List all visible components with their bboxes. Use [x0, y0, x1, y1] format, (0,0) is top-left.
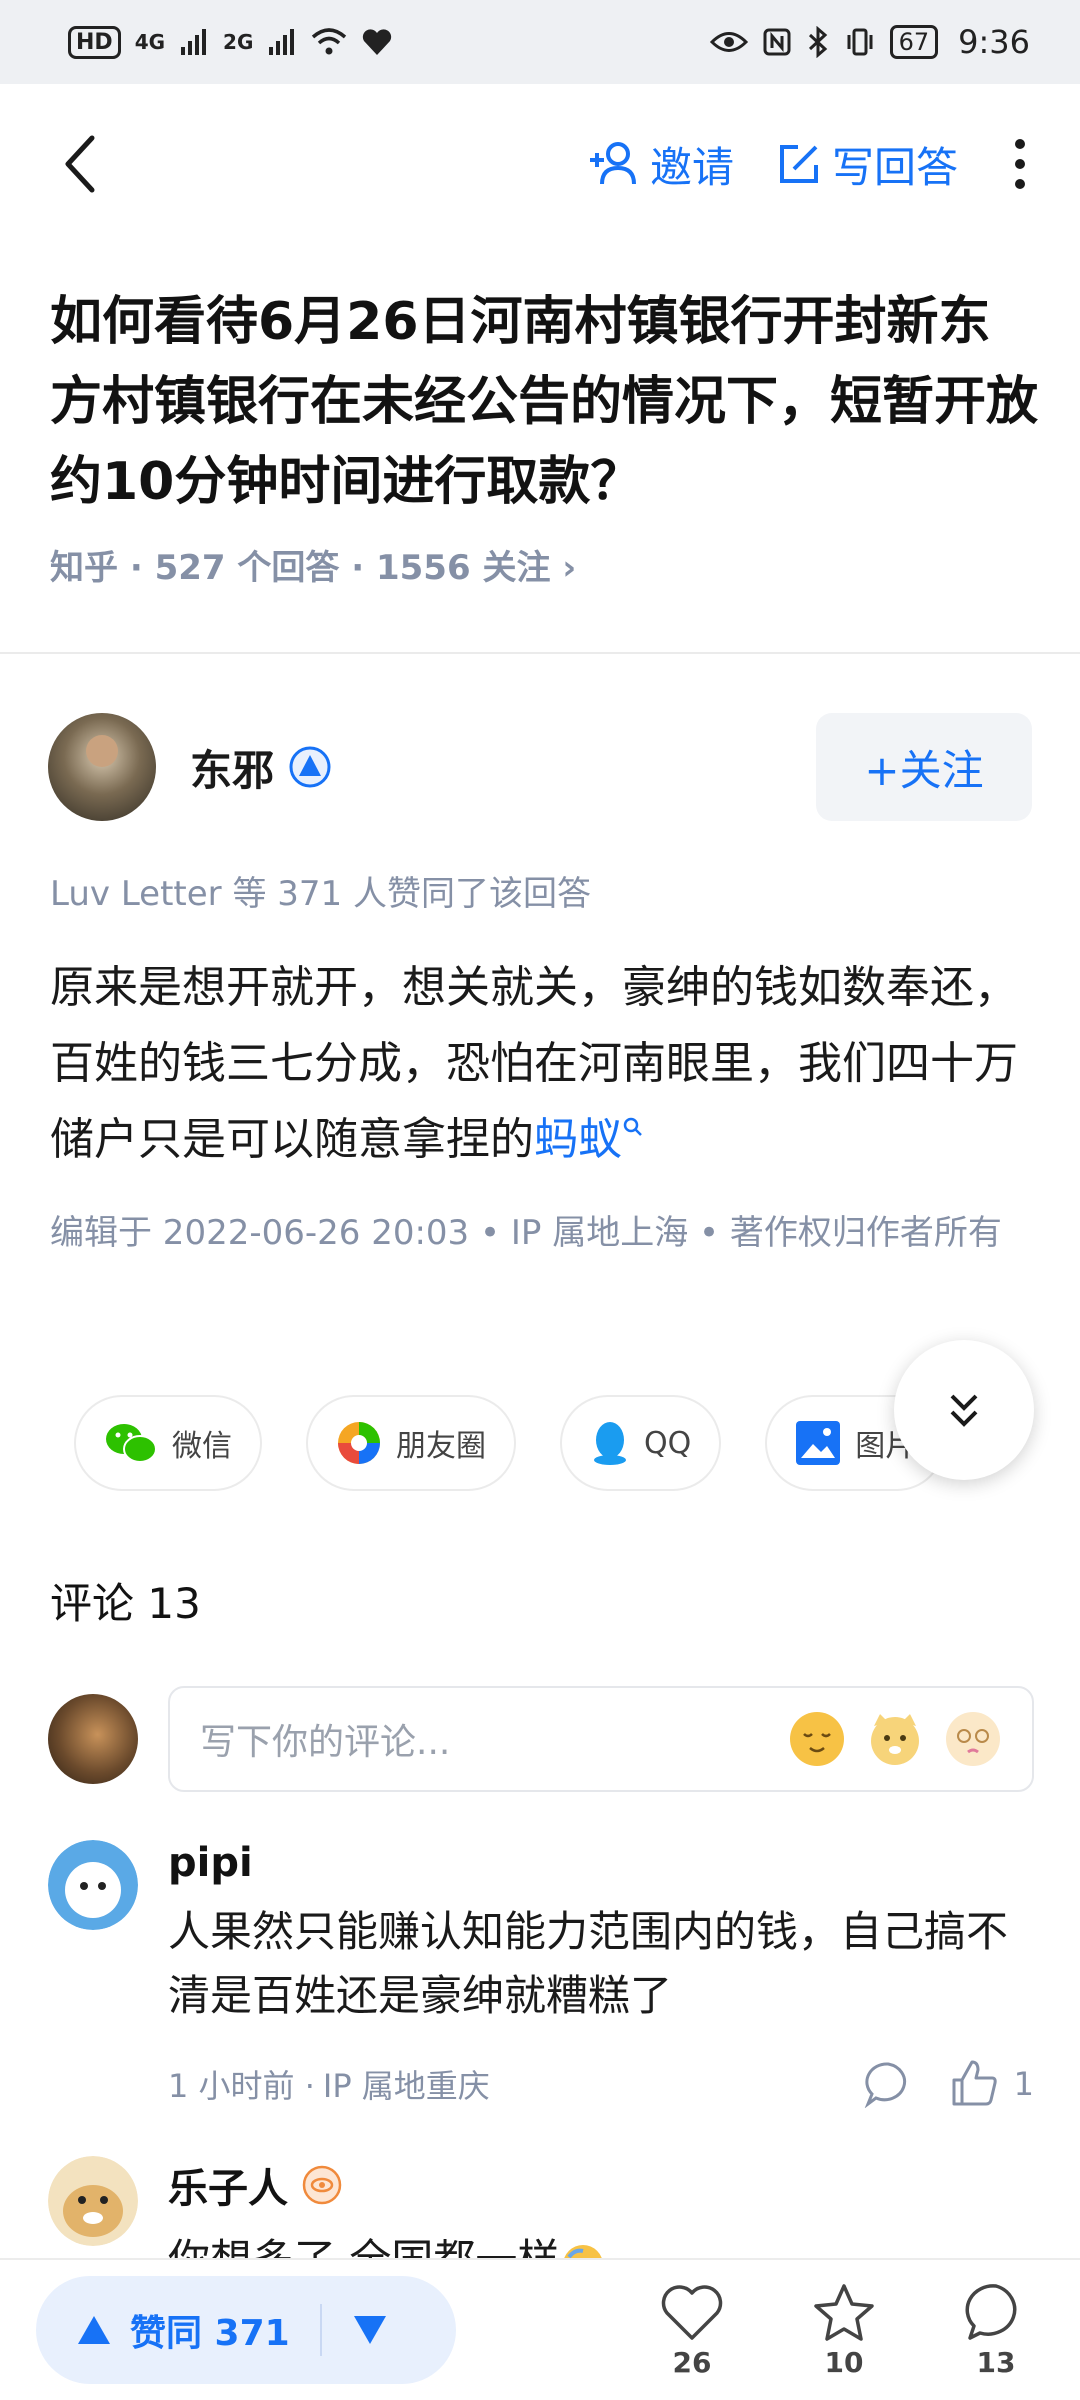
verified-badge-icon — [289, 746, 331, 788]
emoji-cat-icon[interactable] — [866, 1710, 924, 1768]
more-dot — [1015, 179, 1025, 189]
comment-placeholder: 写下你的评论... — [200, 1722, 451, 1763]
emoji-smile-icon[interactable] — [788, 1710, 846, 1768]
upvote-triangle-icon — [78, 2316, 110, 2344]
upvote-button[interactable]: 赞同 371 — [76, 2304, 290, 2356]
double-chevron-down-icon — [950, 1394, 978, 1427]
image-icon — [796, 1421, 841, 1465]
write-answer-button[interactable]: 写回答 — [776, 134, 958, 195]
top-bar: 邀请 写回答 — [0, 84, 1080, 244]
wechat-icon — [106, 1424, 157, 1463]
question-meta[interactable]: 知乎 · 527 个回答 · 1556 关注 › — [50, 540, 576, 589]
back-arrow-icon — [65, 135, 95, 193]
question-title[interactable]: 如何看待6月26日河南村镇银行开封新东方村镇银行在未经公告的情况下，短暂开放约1… — [50, 282, 1040, 522]
qq-icon — [594, 1422, 626, 1465]
search-icon — [623, 1118, 642, 1137]
vote-separator — [319, 2304, 322, 2356]
sweat-emoji-icon — [564, 2244, 603, 2258]
signal-icon — [269, 29, 295, 55]
more-options-button[interactable] — [1000, 124, 1040, 204]
collect-button[interactable]: 10 — [804, 2282, 884, 2379]
downvote-button[interactable] — [352, 2314, 388, 2346]
heart-icon — [661, 2284, 723, 2340]
divider — [0, 652, 1080, 654]
collect-count: 10 — [824, 2345, 864, 2379]
comment-text: 你想多了 全国都一样 — [168, 2228, 1034, 2258]
share-row: 微信 朋友圈 QQ 图片 — [74, 1395, 946, 1491]
share-wechat-label: 微信 — [172, 1429, 232, 1464]
more-dot — [1015, 139, 1025, 149]
comment-time: 1 小时前 · — [168, 2067, 315, 2105]
author-row: 东邪 +关注 — [48, 712, 1032, 822]
eye-icon — [709, 32, 748, 52]
heart-button[interactable]: 26 — [652, 2282, 732, 2379]
share-moments-label: 朋友圈 — [396, 1429, 486, 1464]
commenter-avatar[interactable] — [48, 1840, 138, 1930]
commenter-name[interactable]: pipi — [168, 1840, 253, 1886]
comment-location: IP 属地重庆 — [322, 2067, 490, 2105]
share-moments-button[interactable]: 朋友圈 — [306, 1395, 516, 1491]
comment-item: 乐子人 你想多了 全国都一样 — [48, 2156, 1034, 2258]
comment-input[interactable]: 写下你的评论... — [168, 1686, 1034, 1792]
bluetooth-icon — [808, 26, 827, 58]
answer-keyword-link[interactable]: 蚂蚁 — [534, 1114, 622, 1165]
battery-indicator: 67 — [889, 25, 939, 59]
star-icon — [814, 2283, 874, 2341]
invite-button[interactable]: 邀请 — [588, 134, 734, 195]
comment-meta: 1 小时前 · IP 属地重庆 1 — [168, 2054, 1034, 2114]
comments-title: 评论 13 — [50, 1579, 201, 1628]
comment-count: 13 — [976, 2345, 1016, 2379]
commenter-avatar[interactable] — [48, 2156, 138, 2246]
eye-badge-icon — [302, 2165, 342, 2205]
author-name[interactable]: 东邪 — [190, 737, 274, 798]
nfc-icon — [763, 28, 791, 56]
agree-summary: Luv Letter 等 371 人赞同了该回答 — [50, 874, 591, 914]
status-bar: HD 4G 2G 67 9:36 — [0, 0, 1080, 84]
comment-button[interactable]: 13 — [956, 2282, 1036, 2379]
network-4g-label: 4G — [134, 30, 166, 54]
comment-input-row: 写下你的评论... — [48, 1686, 1034, 1792]
my-avatar — [48, 1694, 138, 1784]
back-button[interactable] — [40, 124, 120, 204]
vibrate-icon — [847, 28, 873, 56]
comment-like-button[interactable]: 1 — [948, 2058, 1034, 2110]
author-avatar[interactable] — [48, 713, 156, 821]
comment-text: 人果然只能赚认知能力范围内的钱，自己搞不清是百姓还是豪绅就糟糕了 — [168, 1907, 1009, 2020]
signal-icon — [181, 29, 207, 55]
like-count: 1 — [1013, 2065, 1034, 2103]
write-answer-label: 写回答 — [831, 142, 958, 192]
comment-text-content: 你想多了 全国都一样 — [168, 2235, 559, 2258]
heart-count: 26 — [672, 2345, 712, 2379]
health-heart-icon — [363, 29, 392, 55]
clock: 9:36 — [958, 23, 1030, 61]
thumbs-up-icon — [952, 2060, 997, 2106]
bottom-action-bar: 赞同 371 26 10 13 — [0, 2258, 1080, 2400]
upvote-label: 赞同 371 — [130, 2313, 290, 2354]
invite-label: 邀请 — [649, 142, 734, 192]
edit-meta: 编辑于 2022-06-26 20:03 • IP 属地上海 • 著作权归作者所… — [50, 1213, 1002, 1253]
share-wechat-button[interactable]: 微信 — [74, 1395, 262, 1491]
vote-pill: 赞同 371 — [36, 2276, 456, 2384]
follow-button[interactable]: +关注 — [816, 713, 1032, 821]
hd-badge: HD — [68, 25, 121, 59]
scroll-to-next-button[interactable] — [894, 1340, 1034, 1480]
share-qq-label: QQ — [644, 1425, 692, 1461]
share-qq-button[interactable]: QQ — [560, 1395, 722, 1491]
comment-bubble-icon — [965, 2283, 1017, 2340]
reply-icon[interactable] — [864, 2060, 912, 2108]
moments-icon — [338, 1422, 380, 1464]
emoji-face-icon[interactable] — [944, 1710, 1002, 1768]
network-2g-label: 2G — [223, 30, 254, 54]
commenter-name[interactable]: 乐子人 — [168, 2156, 288, 2214]
answer-content: 原来是想开就开，想关就关，豪绅的钱如数奉还，百姓的钱三七分成，恐怕在河南眼里，我… — [50, 950, 1040, 1178]
add-user-icon — [589, 142, 636, 185]
edit-icon — [779, 145, 818, 183]
wifi-icon — [312, 28, 347, 55]
more-dot — [1015, 159, 1025, 169]
